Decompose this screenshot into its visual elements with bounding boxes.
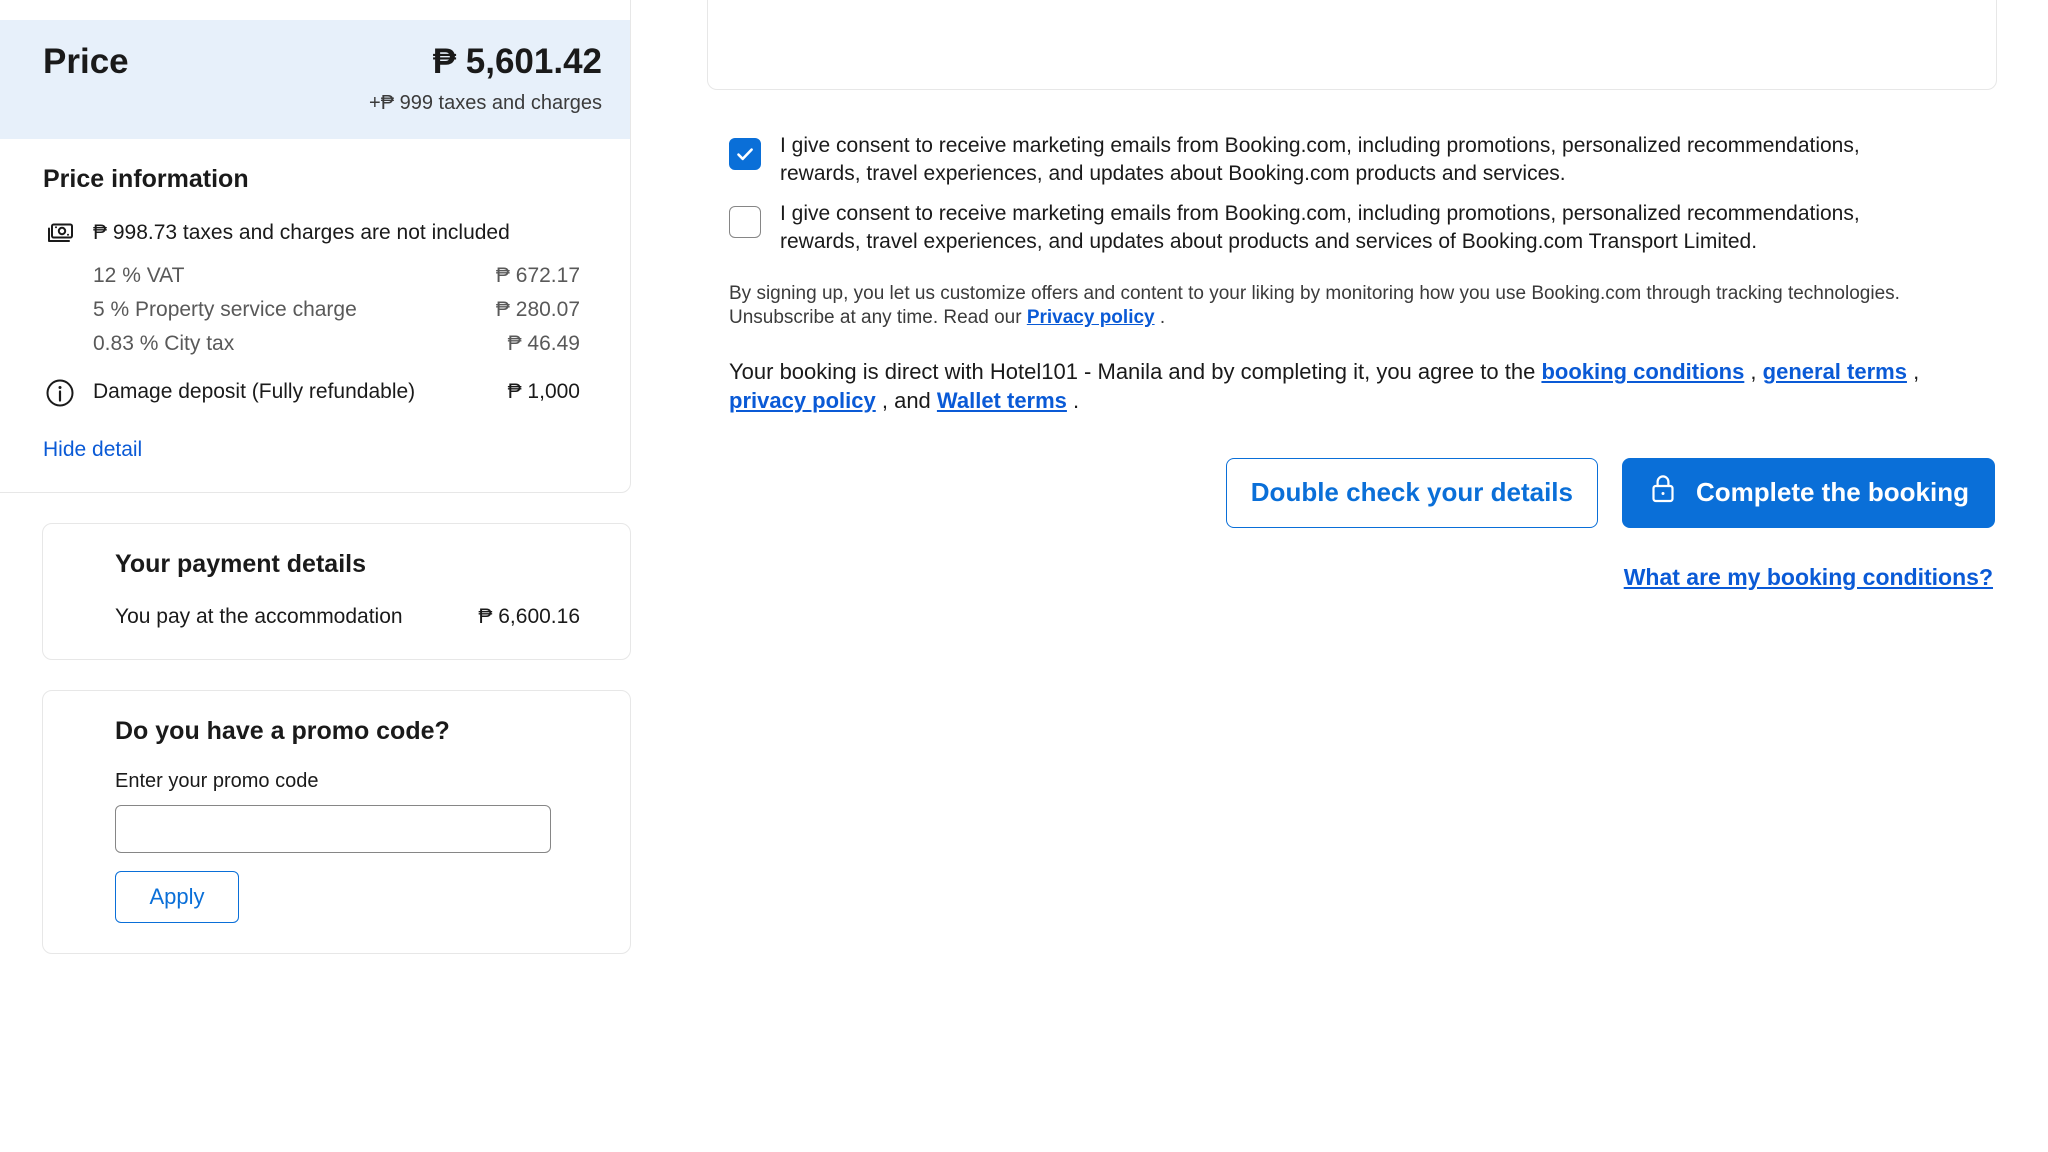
price-summary-header: Your price summary — [0, 0, 630, 20]
consent-text: I give consent to receive marketing emai… — [780, 201, 1860, 253]
damage-deposit-value: ₱ 1,000 — [507, 380, 580, 404]
promo-code-card: Do you have a promo code? Enter your pro… — [42, 690, 631, 955]
price-highlight-band: Price ₱ 5,601.42 +₱ 999 taxes and charge… — [0, 20, 630, 140]
main-content: How would you like to pay? I give consen… — [707, 0, 1997, 591]
apply-promo-button[interactable]: Apply — [115, 871, 239, 924]
payment-details-heading: Your payment details — [115, 550, 366, 579]
tax-breakdown-value: ₱ 46.49 — [507, 332, 580, 356]
consent-row[interactable]: I give consent to receive marketing emai… — [729, 200, 1997, 256]
promo-code-field-label: Enter your promo code — [115, 770, 319, 793]
privacy-policy-link[interactable]: Privacy policy — [1027, 307, 1155, 328]
consent-row[interactable]: I give consent to receive marketing emai… — [729, 132, 1997, 188]
tax-breakdown-row: 0.83 % City tax ₱ 46.49 — [43, 332, 602, 356]
tax-breakdown-value: ₱ 280.07 — [495, 298, 580, 322]
wallet-terms-link[interactable]: Wallet terms — [937, 388, 1067, 413]
payment-details-row: You pay at the accommodation ₱ 6,600.16 — [115, 605, 602, 629]
booking-conditions-row: What are my booking conditions? — [707, 564, 1997, 591]
price-summary-card: Your price summary Price ₱ 5,601.42 +₱ 9… — [0, 0, 631, 494]
complete-booking-button[interactable]: Complete the booking — [1622, 457, 1995, 528]
terms-sep-3: , and — [875, 388, 937, 414]
price-information-heading: Price information — [43, 165, 249, 194]
payment-details-body: Your payment details You pay at the acco… — [43, 524, 630, 659]
terms-text-intro: Your booking is direct with Hotel101 - M… — [729, 359, 1542, 385]
transport-consent-checkbox-unchecked[interactable] — [729, 205, 761, 238]
hide-detail-link[interactable]: Hide detail — [43, 438, 142, 462]
what-are-my-booking-conditions-link[interactable]: What are my booking conditions? — [1624, 564, 1993, 591]
action-button-row: Double check your details Complete the b… — [707, 457, 1997, 528]
tax-breakdown-label: 5 % Property service charge — [93, 298, 357, 322]
fineprint-text-part1: By signing up, you let us customize offe… — [729, 282, 1900, 329]
booking-checkout-page: Your price summary Price ₱ 5,601.42 +₱ 9… — [0, 0, 2048, 1152]
tax-breakdown-list: 12 % VAT ₱ 672.17 5 % Property service c… — [43, 264, 602, 356]
booking-conditions-link[interactable]: booking conditions — [1541, 359, 1744, 384]
tax-breakdown-value: ₱ 672.17 — [495, 264, 580, 288]
promo-code-heading: Do you have a promo code? — [115, 717, 450, 746]
lock-icon — [1648, 472, 1678, 513]
consent-text: I give consent to receive marketing emai… — [780, 134, 1860, 185]
price-information-section: Price information ₱ 998.73 taxes and cha… — [0, 139, 630, 492]
fineprint-text-part2: . — [1154, 307, 1166, 329]
payment-method-card: How would you like to pay? — [707, 0, 1997, 90]
promo-code-body: Do you have a promo code? Enter your pro… — [43, 691, 630, 953]
price-amount: ₱ 5,601.42 — [432, 42, 602, 81]
taxes-notice-row: ₱ 998.73 taxes and charges are not inclu… — [43, 218, 602, 250]
privacy-policy-terms-link[interactable]: privacy policy — [729, 388, 876, 413]
payment-details-label: You pay at the accommodation — [115, 605, 403, 629]
payment-details-value: ₱ 6,600.16 — [478, 605, 580, 629]
terms-text-end: . — [1066, 388, 1080, 414]
complete-booking-label: Complete the booking — [1696, 477, 1969, 508]
consent-section: I give consent to receive marketing emai… — [707, 132, 1997, 256]
payment-details-card: Your payment details You pay at the acco… — [42, 523, 631, 661]
tax-breakdown-label: 12 % VAT — [93, 264, 185, 288]
terms-sep-2: , — [1906, 359, 1920, 385]
price-label: Price — [43, 42, 129, 81]
terms-sep-1: , — [1744, 359, 1763, 385]
info-circle-icon[interactable] — [43, 378, 77, 408]
tax-breakdown-row: 5 % Property service charge ₱ 280.07 — [43, 298, 602, 322]
general-terms-link[interactable]: general terms — [1763, 359, 1907, 384]
promo-code-input[interactable] — [115, 805, 551, 854]
signup-fineprint: By signing up, you let us customize offe… — [707, 282, 1957, 331]
price-values: ₱ 5,601.42 +₱ 999 taxes and charges — [369, 42, 602, 115]
damage-deposit-label: Damage deposit (Fully refundable) — [93, 380, 416, 404]
booking-terms-text: Your booking is direct with Hotel101 - M… — [707, 357, 1937, 416]
marketing-consent-checkbox-checked[interactable] — [729, 138, 761, 170]
left-sidebar: Your price summary Price ₱ 5,601.42 +₱ 9… — [0, 0, 673, 984]
price-taxes-note: +₱ 999 taxes and charges — [369, 92, 602, 115]
tax-breakdown-label: 0.83 % City tax — [93, 332, 235, 356]
damage-deposit-row: Damage deposit (Fully refundable) ₱ 1,00… — [43, 376, 602, 408]
banknote-icon — [43, 220, 77, 250]
double-check-details-button[interactable]: Double check your details — [1225, 457, 1598, 528]
tax-breakdown-row: 12 % VAT ₱ 672.17 — [43, 264, 602, 288]
taxes-notice-text: ₱ 998.73 taxes and charges are not inclu… — [93, 221, 510, 245]
